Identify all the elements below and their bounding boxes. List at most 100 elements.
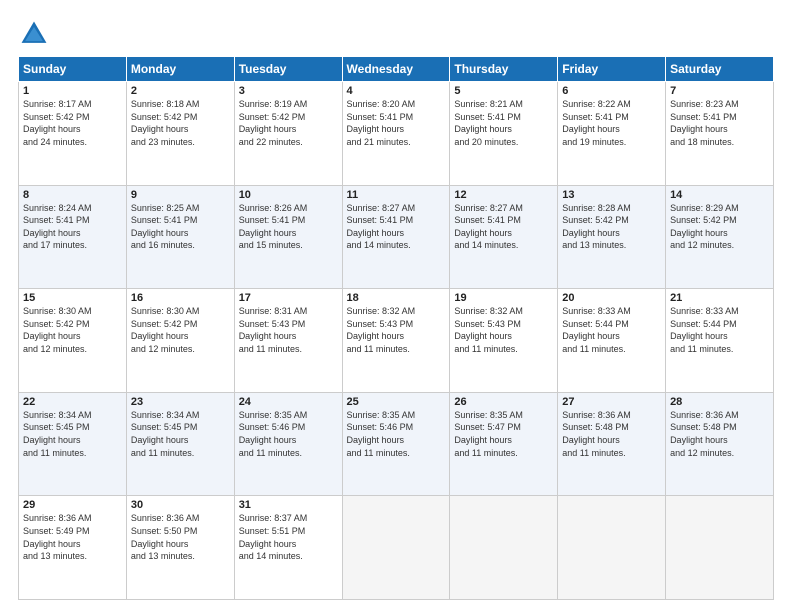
day-cell: 20 Sunrise: 8:33 AMSunset: 5:44 PMDaylig…	[558, 289, 666, 393]
day-number: 11	[347, 189, 446, 201]
day-cell: 11 Sunrise: 8:27 AMSunset: 5:41 PMDaylig…	[342, 185, 450, 289]
day-info: Sunrise: 8:27 AMSunset: 5:41 PMDaylight …	[347, 203, 416, 251]
day-cell: 7 Sunrise: 8:23 AMSunset: 5:41 PMDayligh…	[666, 82, 774, 186]
day-number: 18	[347, 292, 446, 304]
day-cell: 31 Sunrise: 8:37 AMSunset: 5:51 PMDaylig…	[234, 496, 342, 600]
day-cell: 5 Sunrise: 8:21 AMSunset: 5:41 PMDayligh…	[450, 82, 558, 186]
day-number: 1	[23, 85, 122, 97]
day-number: 30	[131, 499, 230, 511]
day-info: Sunrise: 8:28 AMSunset: 5:42 PMDaylight …	[562, 203, 631, 251]
day-number: 21	[670, 292, 769, 304]
week-row-5: 29 Sunrise: 8:36 AMSunset: 5:49 PMDaylig…	[19, 496, 774, 600]
header-cell-tuesday: Tuesday	[234, 57, 342, 82]
day-number: 24	[239, 396, 338, 408]
day-cell: 29 Sunrise: 8:36 AMSunset: 5:49 PMDaylig…	[19, 496, 127, 600]
week-row-4: 22 Sunrise: 8:34 AMSunset: 5:45 PMDaylig…	[19, 392, 774, 496]
day-number: 29	[23, 499, 122, 511]
day-cell	[558, 496, 666, 600]
day-info: Sunrise: 8:36 AMSunset: 5:48 PMDaylight …	[670, 410, 739, 458]
day-cell: 8 Sunrise: 8:24 AMSunset: 5:41 PMDayligh…	[19, 185, 127, 289]
logo	[18, 18, 54, 50]
day-info: Sunrise: 8:31 AMSunset: 5:43 PMDaylight …	[239, 306, 308, 354]
day-number: 13	[562, 189, 661, 201]
day-info: Sunrise: 8:36 AMSunset: 5:48 PMDaylight …	[562, 410, 631, 458]
day-number: 19	[454, 292, 553, 304]
day-cell: 28 Sunrise: 8:36 AMSunset: 5:48 PMDaylig…	[666, 392, 774, 496]
day-number: 3	[239, 85, 338, 97]
day-number: 26	[454, 396, 553, 408]
day-cell: 14 Sunrise: 8:29 AMSunset: 5:42 PMDaylig…	[666, 185, 774, 289]
day-cell: 30 Sunrise: 8:36 AMSunset: 5:50 PMDaylig…	[126, 496, 234, 600]
day-number: 22	[23, 396, 122, 408]
day-cell: 15 Sunrise: 8:30 AMSunset: 5:42 PMDaylig…	[19, 289, 127, 393]
day-number: 9	[131, 189, 230, 201]
header-cell-sunday: Sunday	[19, 57, 127, 82]
day-info: Sunrise: 8:37 AMSunset: 5:51 PMDaylight …	[239, 513, 308, 561]
day-cell: 24 Sunrise: 8:35 AMSunset: 5:46 PMDaylig…	[234, 392, 342, 496]
day-info: Sunrise: 8:21 AMSunset: 5:41 PMDaylight …	[454, 99, 523, 147]
day-number: 6	[562, 85, 661, 97]
day-info: Sunrise: 8:30 AMSunset: 5:42 PMDaylight …	[23, 306, 92, 354]
day-info: Sunrise: 8:34 AMSunset: 5:45 PMDaylight …	[23, 410, 92, 458]
day-cell	[342, 496, 450, 600]
day-info: Sunrise: 8:33 AMSunset: 5:44 PMDaylight …	[562, 306, 631, 354]
day-number: 20	[562, 292, 661, 304]
calendar-table: SundayMondayTuesdayWednesdayThursdayFrid…	[18, 56, 774, 600]
day-number: 31	[239, 499, 338, 511]
calendar-header: SundayMondayTuesdayWednesdayThursdayFrid…	[19, 57, 774, 82]
day-number: 4	[347, 85, 446, 97]
calendar-body: 1 Sunrise: 8:17 AMSunset: 5:42 PMDayligh…	[19, 82, 774, 600]
day-info: Sunrise: 8:18 AMSunset: 5:42 PMDaylight …	[131, 99, 200, 147]
day-info: Sunrise: 8:20 AMSunset: 5:41 PMDaylight …	[347, 99, 416, 147]
day-info: Sunrise: 8:25 AMSunset: 5:41 PMDaylight …	[131, 203, 200, 251]
page: SundayMondayTuesdayWednesdayThursdayFrid…	[0, 0, 792, 612]
header-row: SundayMondayTuesdayWednesdayThursdayFrid…	[19, 57, 774, 82]
day-number: 10	[239, 189, 338, 201]
day-cell	[666, 496, 774, 600]
day-cell: 2 Sunrise: 8:18 AMSunset: 5:42 PMDayligh…	[126, 82, 234, 186]
day-cell: 22 Sunrise: 8:34 AMSunset: 5:45 PMDaylig…	[19, 392, 127, 496]
week-row-2: 8 Sunrise: 8:24 AMSunset: 5:41 PMDayligh…	[19, 185, 774, 289]
header-cell-friday: Friday	[558, 57, 666, 82]
day-info: Sunrise: 8:23 AMSunset: 5:41 PMDaylight …	[670, 99, 739, 147]
day-info: Sunrise: 8:35 AMSunset: 5:46 PMDaylight …	[347, 410, 416, 458]
day-info: Sunrise: 8:32 AMSunset: 5:43 PMDaylight …	[454, 306, 523, 354]
day-info: Sunrise: 8:34 AMSunset: 5:45 PMDaylight …	[131, 410, 200, 458]
logo-icon	[18, 18, 50, 50]
day-number: 23	[131, 396, 230, 408]
day-cell: 18 Sunrise: 8:32 AMSunset: 5:43 PMDaylig…	[342, 289, 450, 393]
day-cell: 27 Sunrise: 8:36 AMSunset: 5:48 PMDaylig…	[558, 392, 666, 496]
day-info: Sunrise: 8:24 AMSunset: 5:41 PMDaylight …	[23, 203, 92, 251]
day-cell: 17 Sunrise: 8:31 AMSunset: 5:43 PMDaylig…	[234, 289, 342, 393]
day-info: Sunrise: 8:30 AMSunset: 5:42 PMDaylight …	[131, 306, 200, 354]
day-number: 8	[23, 189, 122, 201]
day-info: Sunrise: 8:33 AMSunset: 5:44 PMDaylight …	[670, 306, 739, 354]
header-cell-monday: Monday	[126, 57, 234, 82]
day-cell: 23 Sunrise: 8:34 AMSunset: 5:45 PMDaylig…	[126, 392, 234, 496]
day-info: Sunrise: 8:36 AMSunset: 5:49 PMDaylight …	[23, 513, 92, 561]
day-number: 14	[670, 189, 769, 201]
day-info: Sunrise: 8:22 AMSunset: 5:41 PMDaylight …	[562, 99, 631, 147]
day-cell: 9 Sunrise: 8:25 AMSunset: 5:41 PMDayligh…	[126, 185, 234, 289]
day-number: 5	[454, 85, 553, 97]
day-cell: 10 Sunrise: 8:26 AMSunset: 5:41 PMDaylig…	[234, 185, 342, 289]
day-number: 17	[239, 292, 338, 304]
week-row-1: 1 Sunrise: 8:17 AMSunset: 5:42 PMDayligh…	[19, 82, 774, 186]
day-cell: 21 Sunrise: 8:33 AMSunset: 5:44 PMDaylig…	[666, 289, 774, 393]
day-info: Sunrise: 8:35 AMSunset: 5:46 PMDaylight …	[239, 410, 308, 458]
day-info: Sunrise: 8:32 AMSunset: 5:43 PMDaylight …	[347, 306, 416, 354]
week-row-3: 15 Sunrise: 8:30 AMSunset: 5:42 PMDaylig…	[19, 289, 774, 393]
day-info: Sunrise: 8:29 AMSunset: 5:42 PMDaylight …	[670, 203, 739, 251]
day-cell: 13 Sunrise: 8:28 AMSunset: 5:42 PMDaylig…	[558, 185, 666, 289]
day-number: 15	[23, 292, 122, 304]
day-cell: 3 Sunrise: 8:19 AMSunset: 5:42 PMDayligh…	[234, 82, 342, 186]
day-info: Sunrise: 8:27 AMSunset: 5:41 PMDaylight …	[454, 203, 523, 251]
day-number: 7	[670, 85, 769, 97]
day-number: 12	[454, 189, 553, 201]
header	[18, 18, 774, 50]
day-cell: 4 Sunrise: 8:20 AMSunset: 5:41 PMDayligh…	[342, 82, 450, 186]
day-info: Sunrise: 8:26 AMSunset: 5:41 PMDaylight …	[239, 203, 308, 251]
day-cell: 26 Sunrise: 8:35 AMSunset: 5:47 PMDaylig…	[450, 392, 558, 496]
header-cell-saturday: Saturday	[666, 57, 774, 82]
day-cell: 1 Sunrise: 8:17 AMSunset: 5:42 PMDayligh…	[19, 82, 127, 186]
